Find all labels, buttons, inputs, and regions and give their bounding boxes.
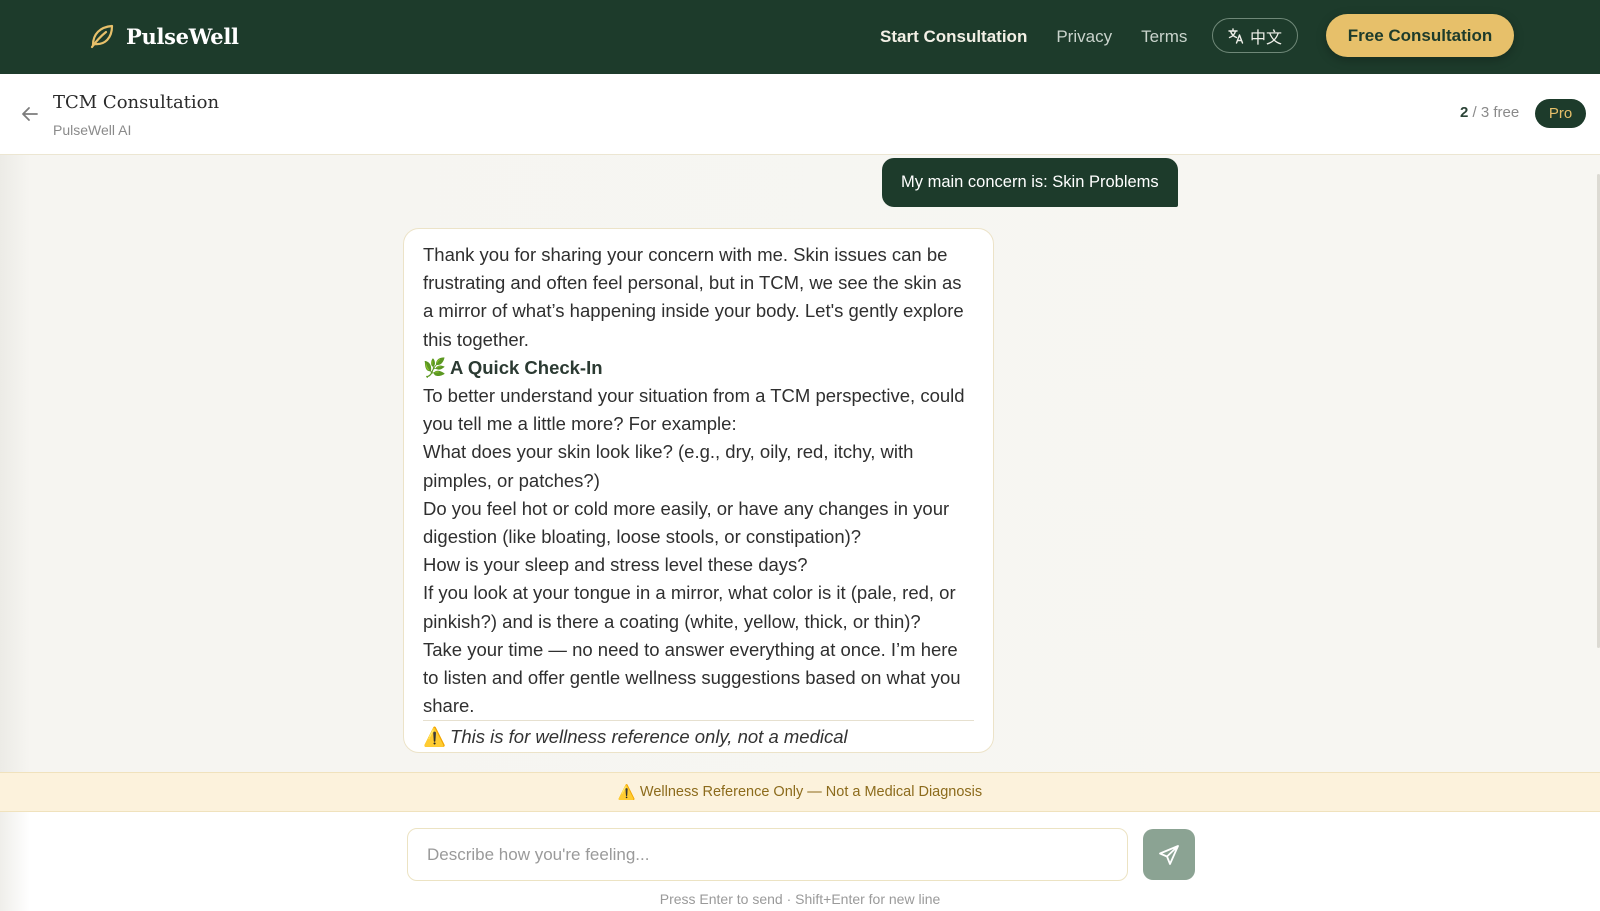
nav-privacy[interactable]: Privacy (1056, 27, 1112, 47)
consultation-header: TCM Consultation PulseWell AI 2 / 3 free… (0, 74, 1600, 155)
composer-hint: Press Enter to send · Shift+Enter for ne… (659, 891, 941, 907)
message-input[interactable] (407, 828, 1128, 881)
chat-thread[interactable]: My main concern is: Skin Problems Thank … (0, 155, 1600, 772)
send-icon (1159, 844, 1179, 865)
free-quota-counter: 2 / 3 free (1460, 104, 1519, 121)
message-paragraph: Take your time — no need to answer every… (423, 638, 961, 717)
nav-links: Start Consultation Privacy Terms (880, 0, 1216, 74)
free-consultation-button[interactable]: Free Consultation (1326, 14, 1514, 57)
page-subtitle: PulseWell AI (53, 122, 132, 138)
pro-badge[interactable]: Pro (1535, 99, 1586, 128)
translate-icon (1228, 27, 1244, 44)
language-toggle-button[interactable]: 中文 (1212, 18, 1298, 53)
message-paragraph: Thank you for sharing your concern with … (423, 244, 964, 350)
language-label: 中文 (1249, 29, 1282, 47)
message-disclaimer-text: This is for wellness reference only, not… (450, 726, 848, 748)
message-question: What does your skin look like? (e.g., dr… (423, 441, 914, 491)
nav-start-consultation[interactable]: Start Consultation (880, 27, 1027, 47)
brand-logo[interactable]: PulseWell (88, 20, 239, 52)
assistant-message-bubble: Thank you for sharing your concern with … (403, 228, 994, 753)
message-question: If you look at your tongue in a mirror, … (423, 582, 956, 632)
message-heading-text: A Quick Check-In (450, 356, 603, 378)
message-disclaimer: ⚠️ This is for wellness reference only, n… (423, 720, 974, 751)
warning-icon: ⚠️ (617, 784, 636, 801)
brand-name: PulseWell (126, 23, 239, 49)
leaf-icon (90, 24, 114, 49)
message-question: How is your sleep and stress level these… (423, 554, 808, 576)
message-heading: 🌿 A Quick Check-In (423, 354, 974, 382)
user-message-bubble: My main concern is: Skin Problems (882, 158, 1178, 207)
send-button[interactable] (1143, 829, 1195, 880)
herb-icon: 🌿 (423, 356, 447, 378)
quota-total: / 3 free (1468, 104, 1520, 121)
message-paragraph: To better understand your situation from… (423, 385, 965, 435)
back-arrow-icon[interactable] (16, 100, 44, 128)
wellness-warning-banner: ⚠️ Wellness Reference Only — Not a Medic… (0, 772, 1600, 812)
message-composer: Press Enter to send · Shift+Enter for ne… (0, 812, 1600, 911)
page-title: TCM Consultation (53, 92, 220, 113)
nav-terms[interactable]: Terms (1141, 27, 1187, 47)
top-navigation: PulseWell Start Consultation Privacy Ter… (0, 0, 1600, 74)
message-question: Do you feel hot or cold more easily, or … (423, 497, 950, 548)
warning-banner-text: Wellness Reference Only — Not a Medical … (639, 784, 983, 800)
warning-icon: ⚠️ (423, 726, 447, 748)
